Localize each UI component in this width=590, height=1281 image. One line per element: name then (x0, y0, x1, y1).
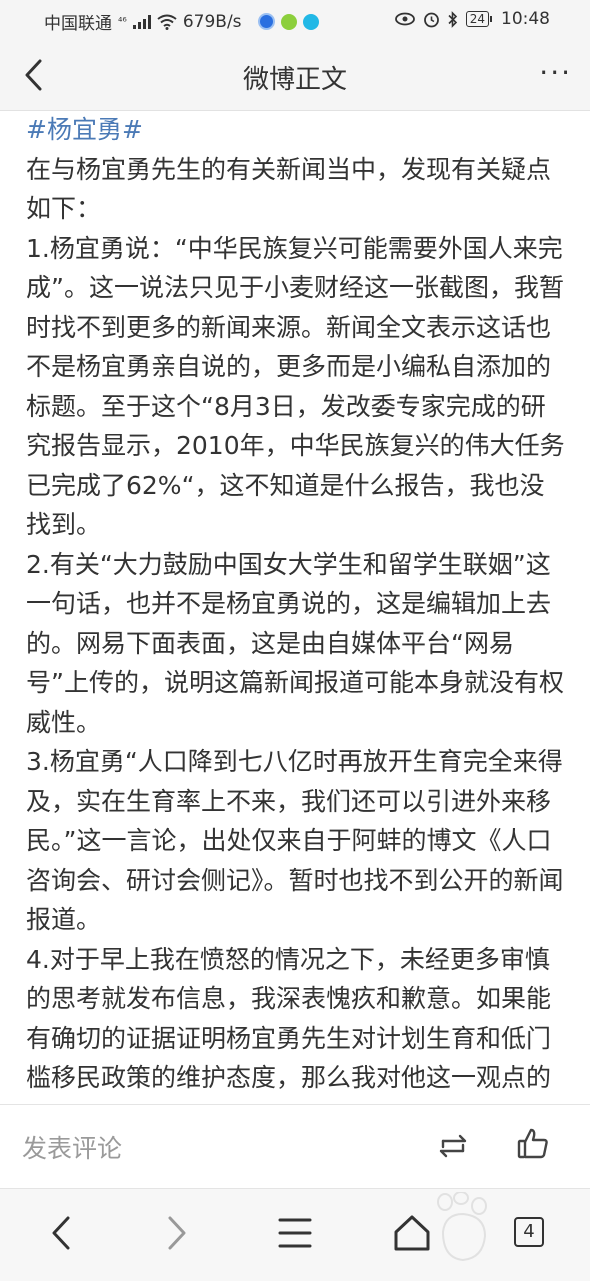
post-body: #杨宜勇# 在与杨宜勇先生的有关新闻当中，发现有关疑点如下： 1.杨宜勇说：“中… (26, 110, 566, 1104)
app-notification-icon (257, 13, 275, 30)
post-paragraph: 1.杨宜勇说：“中华民族复兴可能需要外国人来完成”。这一说法只见于小麦财经这一张… (26, 233, 565, 540)
page-title: 微博正文 (242, 65, 347, 95)
repost-button[interactable] (436, 1131, 470, 1161)
chevron-right-icon (168, 1216, 186, 1250)
like-button[interactable] (516, 1127, 550, 1161)
app-notification-icon-3 (302, 13, 319, 30)
carrier-label: 中国联通 (44, 14, 112, 34)
wifi-icon (157, 14, 177, 30)
thumbs-up-icon (517, 1128, 548, 1159)
comment-input[interactable]: 发表评论 (22, 1129, 122, 1165)
post-paragraph: 4.对于早上我在愤怒的情况之下，未经更多审慎的思考就发布信息，我深表愧疚和歉意。… (26, 944, 552, 1105)
menu-icon (278, 1218, 312, 1248)
eye-icon (394, 12, 415, 26)
repost-icon (439, 1134, 467, 1158)
battery-icon: 24 (465, 11, 493, 27)
bluetooth-icon (448, 10, 457, 28)
post-paragraph: 3.杨宜勇“人口降到七八亿时再放开生育完全来得及，实在生育率上不来，我们还可以引… (26, 747, 564, 934)
tabs-button[interactable]: 4 (514, 1217, 544, 1247)
post-paragraph: 2.有关“大力鼓励中国女大学生和留学生联姻”这一句话，也并不是杨宜勇说的，这是编… (26, 549, 564, 737)
status-bar: 中国联通 ⁴⁶ 679B/s 24 10:48 (0, 0, 590, 40)
chevron-left-icon (52, 1216, 70, 1250)
network-type: ⁴⁶ (118, 15, 127, 28)
post-paragraph: 在与杨宜勇先生的有关新闻当中，发现有关疑点如下： (26, 154, 552, 224)
app-notification-icon-2 (280, 13, 297, 30)
nav-home-button[interactable] (392, 1213, 432, 1253)
hashtag-link[interactable]: #杨宜勇# (26, 110, 566, 150)
more-options-button[interactable]: ··· (539, 56, 572, 89)
paw-watermark-icon (437, 1192, 487, 1262)
nav-back-button[interactable] (42, 1213, 82, 1253)
home-icon (394, 1215, 430, 1251)
top-header: 微博正文 ··· (0, 40, 590, 111)
comment-bar: 发表评论 (0, 1104, 590, 1189)
signal-icon (132, 14, 151, 29)
status-right: 24 10:48 (394, 9, 550, 29)
nav-forward-button[interactable] (156, 1213, 196, 1253)
nav-menu-button[interactable] (275, 1213, 315, 1253)
status-left: 中国联通 ⁴⁶ 679B/s (44, 9, 319, 34)
network-speed: 679B/s (182, 11, 242, 32)
browser-nav-bar: 4 (0, 1188, 590, 1281)
alarm-icon (423, 12, 439, 27)
status-time: 10:48 (501, 9, 550, 29)
